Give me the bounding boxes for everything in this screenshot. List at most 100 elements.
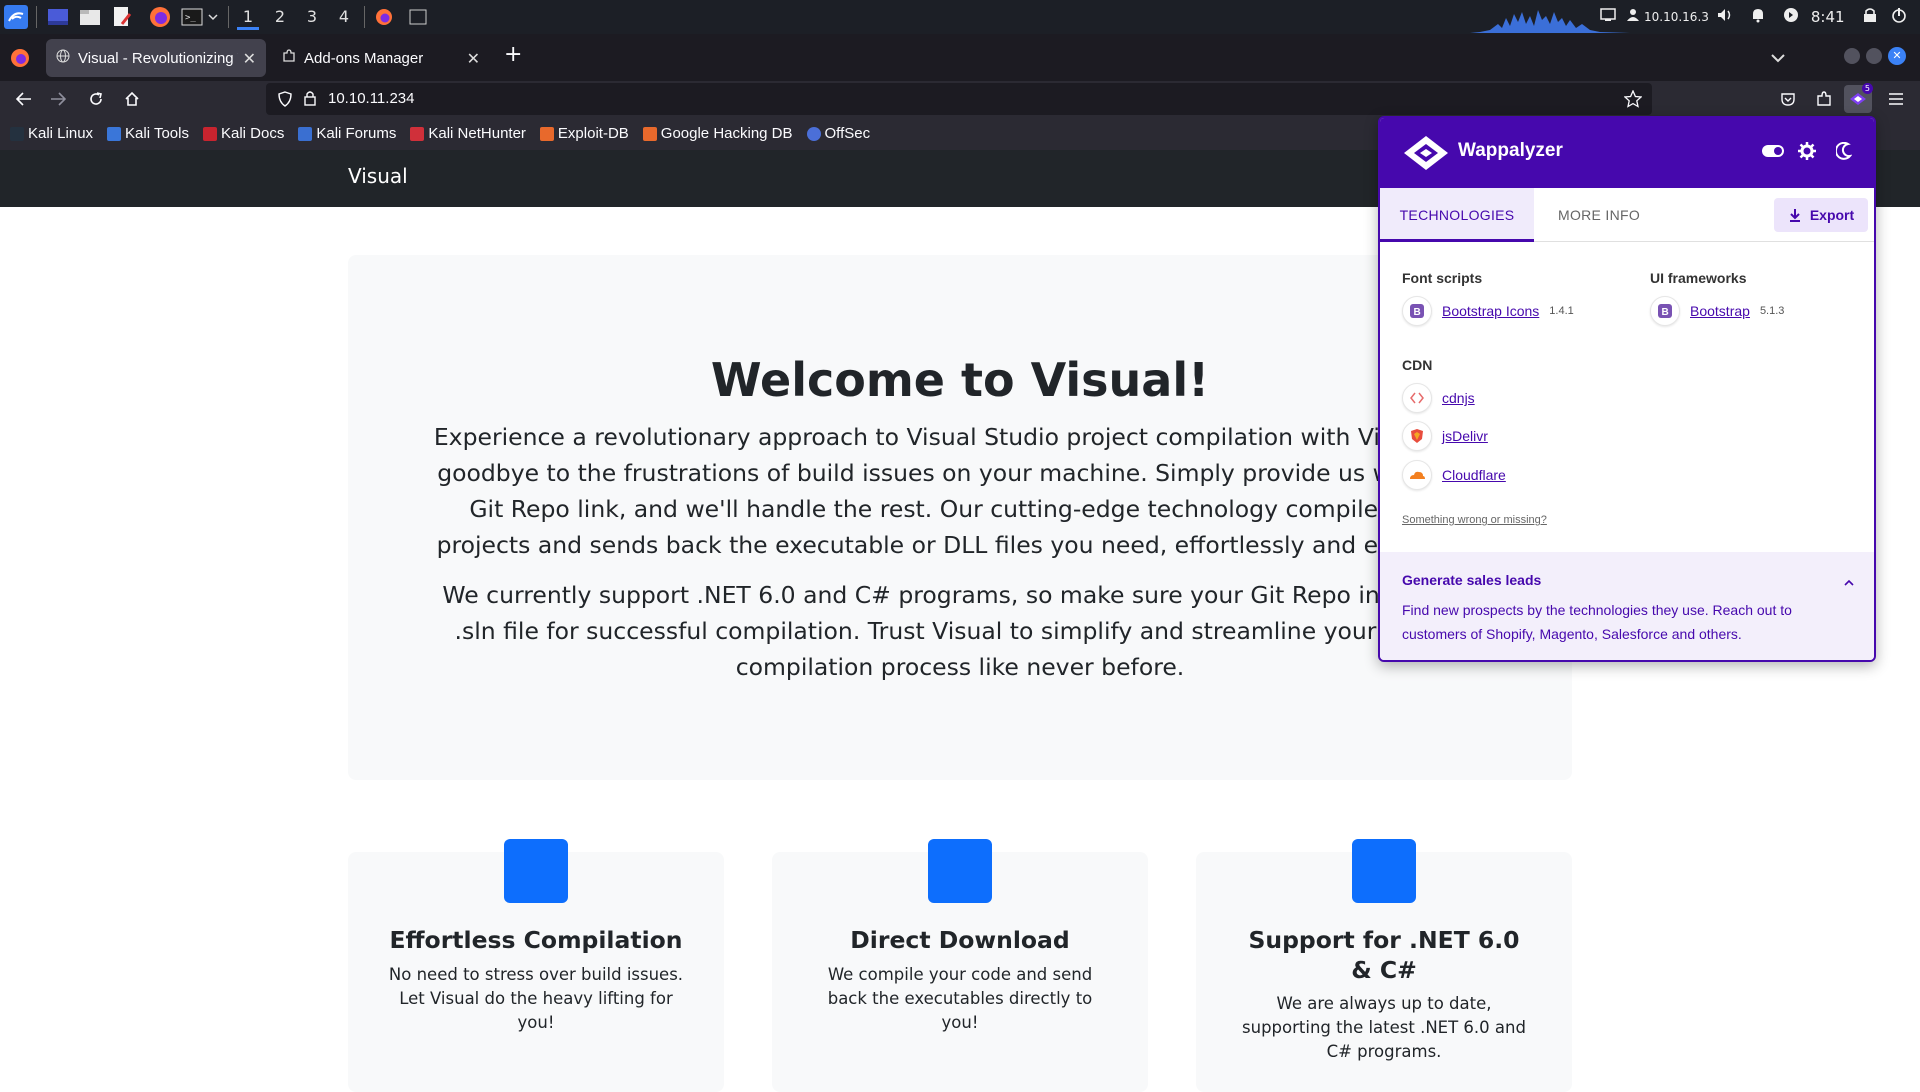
logout-icon[interactable] <box>1891 7 1907 27</box>
arrow-left-icon <box>16 92 31 106</box>
bootstrap-icon: B <box>1650 296 1680 326</box>
tab-technologies[interactable]: TECHNOLOGIES <box>1380 188 1534 242</box>
back-button[interactable] <box>10 85 38 113</box>
volume-icon[interactable] <box>1717 8 1733 26</box>
show-desktop-icon[interactable] <box>46 5 70 29</box>
text-editor-icon[interactable] <box>110 5 134 29</box>
chevron-down-icon[interactable] <box>206 5 220 29</box>
bookmark-google-hacking-db[interactable]: Google Hacking DB <box>642 125 793 142</box>
workspace-3[interactable]: 3 <box>297 4 327 30</box>
category-ui-frameworks: UI frameworks <box>1650 270 1747 286</box>
offsec-icon <box>806 126 821 141</box>
bookmark-label: Kali Linux <box>28 125 94 142</box>
workspace-4[interactable]: 4 <box>329 4 359 30</box>
puzzle-icon <box>1817 91 1831 106</box>
new-tab-button[interactable]: + <box>504 42 522 67</box>
reload-button[interactable] <box>82 85 110 113</box>
terminal-window-icon[interactable] <box>406 5 430 29</box>
something-wrong-link[interactable]: Something wrong or missing? <box>1402 514 1547 526</box>
bookmark-offsec[interactable]: OffSec <box>806 125 870 142</box>
download-icon <box>1789 209 1800 222</box>
bookmark-kali-forums[interactable]: Kali Forums <box>298 125 396 142</box>
bookmark-kali-tools[interactable]: Kali Tools <box>107 125 189 142</box>
tech-version: 5.1.3 <box>1759 305 1785 317</box>
wappalyzer-header: Wappalyzer <box>1380 118 1874 188</box>
bookmark-kali-linux[interactable]: Kali Linux <box>10 125 93 142</box>
feature-text: No need to stress over build issues. Let… <box>388 965 684 1032</box>
list-tabs-icon[interactable] <box>1770 48 1786 67</box>
feature-text: We compile your code and send back the e… <box>827 965 1093 1032</box>
nethunter-icon <box>410 126 425 141</box>
tab-addons-manager[interactable]: Add-ons Manager ✕ <box>272 39 490 77</box>
bookmark-kali-docs[interactable]: Kali Docs <box>202 125 284 142</box>
maximize-button[interactable] <box>1866 48 1882 64</box>
tracking-protection-icon[interactable] <box>278 91 292 111</box>
vpn-user-icon <box>1626 8 1640 26</box>
app-menu-button[interactable] <box>1882 85 1910 113</box>
clock[interactable]: 8:41 <box>1811 8 1845 26</box>
tech-cdnjs[interactable]: cdnjs <box>1402 383 1475 413</box>
bookmark-kali-nethunter[interactable]: Kali NetHunter <box>410 125 526 142</box>
site-brand[interactable]: Visual <box>348 164 408 188</box>
category-font-scripts: Font scripts <box>1402 270 1483 286</box>
close-tab-icon[interactable]: ✕ <box>243 49 256 69</box>
tech-link[interactable]: Cloudflare <box>1442 467 1506 483</box>
arrow-right-icon <box>51 92 66 106</box>
terminal-launcher-icon[interactable]: >_ <box>180 5 204 29</box>
extension-badge: 5 <box>1861 83 1873 94</box>
feature-title: Direct Download <box>850 926 1070 954</box>
tech-cloudflare[interactable]: Cloudflare <box>1402 460 1506 490</box>
tab-visual[interactable]: Visual - Revolutionizing V ✕ <box>46 39 266 77</box>
notification-bell-icon[interactable] <box>1751 7 1765 27</box>
lock-icon[interactable] <box>304 90 316 110</box>
power-status-icon[interactable] <box>1783 7 1799 27</box>
globe-icon <box>56 49 70 67</box>
tech-bootstrap-icons[interactable]: B Bootstrap Icons 1.4.1 <box>1402 296 1574 326</box>
workspace-2[interactable]: 2 <box>265 4 295 30</box>
category-cdn: CDN <box>1402 357 1433 373</box>
url-text[interactable]: 10.10.11.234 <box>328 90 414 107</box>
taskbar-separator <box>228 6 229 28</box>
leads-title[interactable]: Generate sales leads <box>1402 572 1541 588</box>
feature-card: Effortless Compilation No need to stress… <box>348 839 724 1092</box>
chevron-up-icon[interactable] <box>1844 574 1854 592</box>
tech-bootstrap[interactable]: B Bootstrap 5.1.3 <box>1650 296 1784 326</box>
toggle-switch[interactable] <box>1762 145 1784 157</box>
dark-mode-moon-icon[interactable] <box>1834 141 1853 165</box>
export-button[interactable]: Export <box>1774 198 1868 232</box>
minimize-button[interactable] <box>1844 48 1860 64</box>
wappalyzer-extension-button[interactable]: 5 <box>1844 83 1873 113</box>
pocket-button[interactable] <box>1774 85 1802 113</box>
puzzle-icon <box>282 49 296 67</box>
display-icon[interactable] <box>1600 8 1616 26</box>
tech-link[interactable]: cdnjs <box>1442 390 1475 406</box>
tech-link[interactable]: Bootstrap <box>1690 303 1750 319</box>
tech-link[interactable]: Bootstrap Icons <box>1442 303 1539 319</box>
wappalyzer-tabs: TECHNOLOGIES MORE INFO Export <box>1380 188 1874 242</box>
tech-link[interactable]: jsDelivr <box>1442 428 1488 444</box>
firefox-launcher-icon[interactable] <box>148 5 172 29</box>
tab-more-info[interactable]: MORE INFO <box>1534 188 1664 242</box>
exploit-db-icon <box>539 126 554 141</box>
tech-version: 1.4.1 <box>1549 305 1574 317</box>
kali-menu-icon[interactable] <box>4 5 28 29</box>
extensions-button[interactable] <box>1810 85 1838 113</box>
home-button[interactable] <box>118 85 146 113</box>
firefox-window-icon[interactable] <box>372 5 396 29</box>
bookmark-star-icon[interactable] <box>1623 89 1643 112</box>
file-manager-icon[interactable] <box>78 5 102 29</box>
url-bar[interactable]: 10.10.11.234 <box>266 83 1652 115</box>
firefox-view-icon[interactable] <box>10 48 30 72</box>
tech-jsdelivr[interactable]: jsDelivr <box>1402 421 1488 451</box>
close-tab-icon[interactable]: ✕ <box>467 49 480 69</box>
close-window-button[interactable]: ✕ <box>1888 47 1906 65</box>
lock-screen-icon[interactable] <box>1863 7 1877 27</box>
feature-icon <box>928 839 992 903</box>
kali-docs-icon <box>202 126 217 141</box>
feature-icon <box>1352 839 1416 903</box>
forward-button[interactable] <box>44 85 72 113</box>
bookmark-exploit-db[interactable]: Exploit-DB <box>539 125 629 142</box>
settings-gear-icon[interactable] <box>1798 142 1816 165</box>
workspace-1[interactable]: 1 <box>233 4 263 30</box>
wappalyzer-popup: Wappalyzer TECHNOLOGIES MORE INFO Export… <box>1378 116 1876 662</box>
